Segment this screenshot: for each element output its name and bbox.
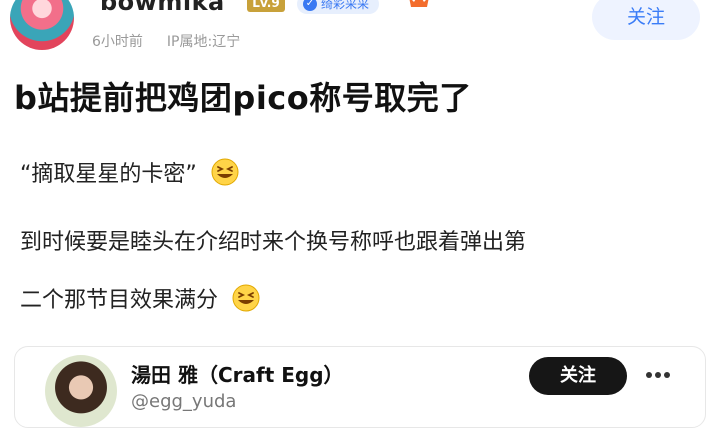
crown-icon	[409, 0, 429, 7]
title-badge: ✓ 绮彩采采	[297, 0, 380, 14]
check-icon: ✓	[303, 0, 317, 11]
grinning-squint-emoji-icon	[211, 158, 239, 186]
post-ip-location: IP属地:辽宁	[166, 34, 241, 50]
more-icon[interactable]	[641, 365, 675, 385]
avatar[interactable]	[45, 355, 117, 427]
card-follow-button[interactable]: 关注	[529, 357, 627, 395]
card-handle: @egg_yuda	[131, 391, 237, 412]
follow-button[interactable]: 关注	[592, 0, 700, 40]
post-quote: “摘取星星的卡密”	[20, 156, 240, 188]
level-badge: Lv.9	[247, 0, 285, 12]
post-quote-text: “摘取星星的卡密”	[20, 162, 197, 187]
post-body-line-2: 二个那节目效果满分	[20, 282, 261, 314]
post-meta: 6小时前 IP属地:辽宁	[92, 31, 240, 51]
title-badge-label: 绮彩采采	[321, 0, 370, 11]
post-time: 6小时前	[92, 34, 143, 50]
post-body-line-1: 到时候要是睦头在介绍时来个换号称呼也跟着弹出第	[20, 230, 527, 255]
username[interactable]: bowmika	[100, 0, 225, 16]
card-display-name[interactable]: 湯田 雅（Craft Egg）	[131, 359, 344, 388]
post-title: b站提前把鸡团pico称号取完了	[14, 79, 472, 117]
grinning-squint-emoji-icon	[232, 284, 260, 312]
post-body-line-2-text: 二个那节目效果满分	[20, 288, 219, 313]
embedded-profile-card[interactable]: 湯田 雅（Craft Egg） @egg_yuda 关注	[14, 346, 706, 428]
avatar[interactable]	[10, 0, 74, 50]
